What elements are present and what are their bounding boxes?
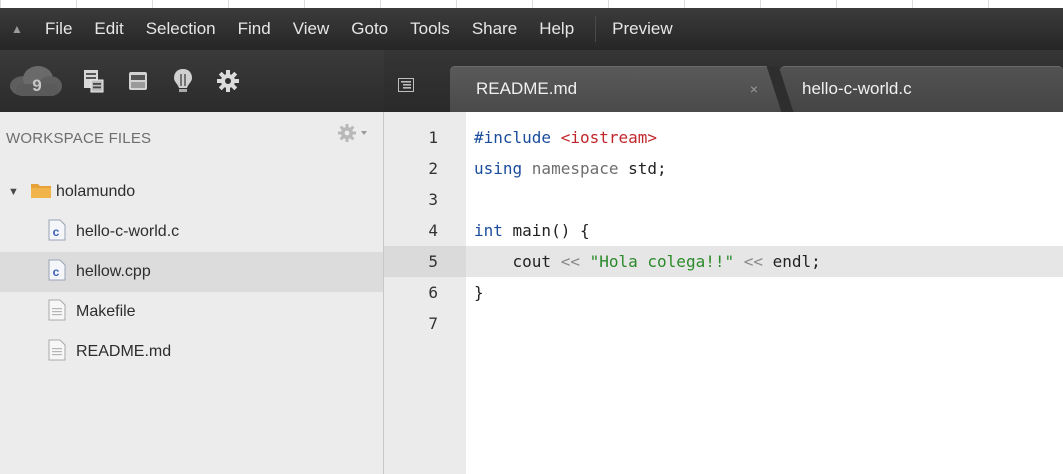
tree-item-label: hellow.cpp: [76, 263, 151, 280]
line-number: 1: [428, 128, 438, 147]
menu-view[interactable]: View: [282, 8, 341, 50]
menu-goto[interactable]: Goto: [340, 8, 399, 50]
gear-icon[interactable]: [210, 63, 246, 99]
code-token: main() {: [512, 221, 590, 240]
menu-help[interactable]: Help: [528, 8, 585, 50]
tree-item-label: Makefile: [76, 303, 136, 320]
code-line[interactable]: 4 int main() {: [384, 215, 1063, 246]
menu-preview[interactable]: Preview: [600, 8, 683, 50]
code-token: endl;: [772, 252, 821, 271]
code-line[interactable]: 5 cout << "Hola colega!!" << endl;: [384, 246, 1063, 277]
tree-item-label: holamundo: [56, 183, 136, 200]
svg-text:c: c: [53, 225, 60, 239]
code-token: #include: [474, 128, 561, 147]
code-token: int: [474, 221, 513, 240]
tree-file-readme[interactable]: README.md: [0, 332, 383, 372]
code-line[interactable]: 1 #include <iostream>: [384, 122, 1063, 153]
code-text: #include <iostream>: [474, 128, 657, 147]
folder-icon: [30, 181, 52, 204]
collapse-menu-icon[interactable]: ▲: [0, 8, 34, 50]
code-token: using: [474, 159, 532, 178]
tree-file-makefile[interactable]: Makefile: [0, 292, 383, 332]
line-number: 5: [428, 252, 438, 271]
code-line[interactable]: 2 using namespace std;: [384, 153, 1063, 184]
bulb-icon[interactable]: [165, 63, 201, 99]
svg-text:c: c: [53, 265, 60, 279]
tree-item-label: README.md: [76, 343, 172, 360]
svg-text:9: 9: [32, 76, 41, 95]
tree-folder-holamundo[interactable]: ▼ holamundo: [0, 172, 383, 212]
menu-share[interactable]: Share: [461, 8, 528, 50]
code-text: int main() {: [474, 221, 590, 240]
text-file-icon: [48, 339, 66, 366]
menu-edit[interactable]: Edit: [83, 8, 134, 50]
code-line[interactable]: 6}: [384, 277, 1063, 308]
line-number: 2: [428, 159, 438, 178]
tab-title: README.md: [476, 79, 578, 98]
code-token: <<: [560, 252, 590, 271]
code-line[interactable]: 3: [384, 184, 1063, 215]
cloud9-icon[interactable]: 9: [4, 62, 66, 100]
line-number: 4: [428, 221, 438, 240]
menu-file[interactable]: File: [34, 8, 83, 50]
code-line[interactable]: 7: [384, 308, 1063, 339]
expand-arrow-icon[interactable]: ▼: [8, 186, 22, 198]
c-file-icon: c: [48, 219, 66, 246]
tree-item-label: hello-c-world.c: [76, 223, 180, 240]
menu-bar: ▲ File Edit Selection Find View Goto Too…: [0, 8, 1063, 50]
code-text: }: [474, 283, 484, 302]
code-text: using namespace std;: [474, 159, 667, 178]
menu-selection[interactable]: Selection: [135, 8, 227, 50]
code-editor[interactable]: 1 #include <iostream> 2 using namespace std…: [384, 112, 1063, 474]
storage-icon[interactable]: [120, 63, 156, 99]
tab-title: hello-c-world.c: [802, 79, 912, 98]
tab-list-icon[interactable]: [394, 74, 418, 96]
code-token: }: [474, 283, 484, 302]
menu-tools[interactable]: Tools: [399, 8, 461, 50]
text-file-icon: [48, 299, 66, 326]
code-token: "Hola colega!!": [589, 252, 735, 271]
file-icon[interactable]: [75, 63, 111, 99]
line-number: 6: [428, 283, 438, 302]
code-token: std;: [628, 159, 667, 178]
tool-icon-bar: 9: [0, 50, 384, 112]
tree-file-hellow-cpp[interactable]: c hellow.cpp: [0, 252, 383, 292]
code-text: cout << "Hola colega!!" << endl;: [474, 252, 821, 271]
code-token: <<: [734, 252, 773, 271]
tab-hello-c-world[interactable]: hello-c-world.c: [780, 66, 1063, 112]
tab-readme[interactable]: README.md ×: [450, 66, 780, 112]
line-number: 3: [428, 190, 438, 209]
code-token: <iostream>: [560, 128, 658, 147]
code-token: cout: [474, 252, 561, 271]
c-file-icon: c: [48, 259, 66, 286]
editor-tab-bar: README.md × hello-c-world.c: [384, 50, 1063, 112]
workspace-sidebar: WORKSPACE FILES ▼ holamundo c hello-c-wo…: [0, 112, 384, 474]
settings-gear-icon[interactable]: [337, 122, 371, 144]
code-token: namespace: [531, 159, 629, 178]
menu-separator: [595, 16, 597, 42]
close-icon[interactable]: ×: [750, 81, 758, 97]
line-number: 7: [428, 314, 438, 333]
tree-file-hello-c-world[interactable]: c hello-c-world.c: [0, 212, 383, 252]
menu-find[interactable]: Find: [227, 8, 282, 50]
sidebar-header: WORKSPACE FILES: [6, 130, 152, 147]
